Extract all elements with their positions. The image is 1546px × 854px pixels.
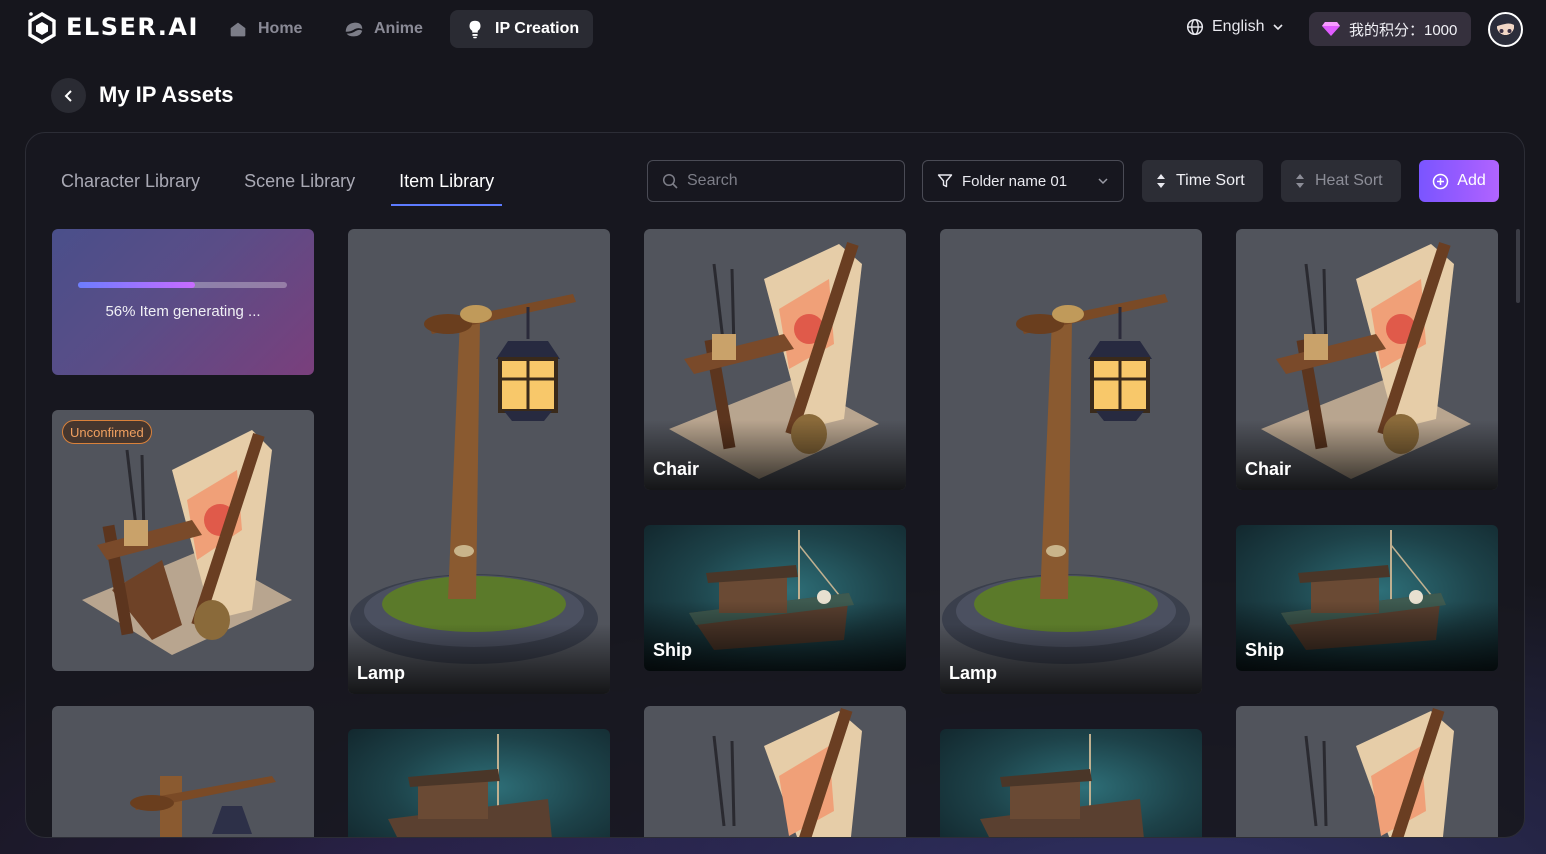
- avatar[interactable]: [1488, 12, 1523, 47]
- heat-sort-label: Heat Sort: [1315, 172, 1383, 189]
- nav-anime-label: Anime: [374, 20, 423, 37]
- filter-icon: [937, 174, 953, 188]
- language-label: English: [1212, 18, 1265, 35]
- item-card-chair-partial-2[interactable]: [1236, 706, 1498, 837]
- chair-image: [82, 430, 292, 655]
- ship-image: [388, 734, 552, 837]
- chair-image: [712, 708, 862, 837]
- language-selector[interactable]: English: [1186, 18, 1284, 36]
- item-card-lamp-partial[interactable]: [52, 706, 314, 837]
- item-card-chair-2[interactable]: Chair: [1236, 229, 1498, 490]
- card-label: Chair: [653, 459, 700, 479]
- unconfirmed-badge: Unconfirmed: [62, 420, 152, 444]
- nav-ip-creation-label: IP Creation: [495, 20, 580, 37]
- item-card-ship-partial-2[interactable]: [940, 729, 1202, 837]
- back-button[interactable]: [51, 78, 86, 113]
- anime-icon: [345, 22, 363, 37]
- heat-sort-button[interactable]: Heat Sort: [1281, 160, 1401, 202]
- sort-icon: [1157, 174, 1165, 188]
- item-card-lamp[interactable]: Lamp: [348, 229, 610, 694]
- search-input[interactable]: Search: [647, 160, 905, 202]
- card-label: Ship: [653, 640, 692, 660]
- item-card-ship[interactable]: Ship: [644, 525, 906, 671]
- generating-card: 56% Item generating ...: [52, 229, 314, 375]
- scrollbar[interactable]: [1516, 229, 1520, 303]
- logo-hexagon-icon: [28, 12, 56, 44]
- chevron-left-icon: [64, 89, 72, 102]
- sort-icon: [1296, 174, 1304, 188]
- points-badge[interactable]: 我的积分：1000: [1309, 12, 1471, 46]
- time-sort-label: Time Sort: [1176, 172, 1245, 189]
- item-card-chair[interactable]: Chair: [644, 229, 906, 490]
- tab-item-library[interactable]: Item Library: [391, 171, 503, 206]
- globe-icon: [1186, 18, 1204, 36]
- generating-status: 56% Item generating ...: [105, 303, 261, 320]
- progress-fill: [78, 282, 196, 288]
- item-card-ship-2[interactable]: Ship: [1236, 525, 1498, 671]
- card-label: Lamp: [949, 663, 998, 683]
- search-icon: [662, 173, 678, 189]
- card-label: Lamp: [357, 663, 406, 683]
- lamp-image: [130, 776, 276, 837]
- page-title: My IP Assets: [99, 82, 234, 107]
- item-card-unconfirmed[interactable]: Unconfirmed: [52, 410, 314, 671]
- ship-image: [980, 734, 1144, 837]
- home-icon: [230, 22, 246, 37]
- nav-anime[interactable]: Anime: [329, 10, 437, 48]
- add-label: Add: [1457, 172, 1486, 189]
- assets-panel: Character Library Scene Library Item Lib…: [25, 132, 1525, 838]
- item-card-ship-partial[interactable]: [348, 729, 610, 837]
- logo[interactable]: ELSER.AI: [26, 10, 199, 44]
- chair-image: [1304, 708, 1454, 837]
- item-card-lamp-2[interactable]: Lamp: [940, 229, 1202, 694]
- library-tabs: Character Library Scene Library Item Lib…: [61, 171, 503, 206]
- bulb-icon: [469, 20, 481, 39]
- chevron-down-icon: [1273, 24, 1284, 31]
- folder-select[interactable]: Folder name 01: [922, 160, 1124, 202]
- folder-select-value: Folder name 01: [962, 172, 1068, 190]
- chevron-down-icon: [1098, 178, 1108, 185]
- points-label: 我的积分：1000: [1349, 21, 1458, 39]
- diamond-icon: [1322, 22, 1340, 36]
- brand-name: ELSER.AI: [66, 13, 199, 41]
- progress-bar: [78, 282, 287, 288]
- tab-scene-library[interactable]: Scene Library: [244, 171, 355, 206]
- add-button[interactable]: Add: [1419, 160, 1499, 202]
- search-placeholder: Search: [687, 172, 738, 189]
- top-nav: ELSER.AI Home Anime IP Creation English …: [0, 0, 1546, 58]
- item-card-chair-partial[interactable]: [644, 706, 906, 837]
- time-sort-button[interactable]: Time Sort: [1142, 160, 1263, 202]
- tab-character-library[interactable]: Character Library: [61, 171, 200, 206]
- user-avatar-icon: [1493, 17, 1518, 33]
- nav-ip-creation[interactable]: IP Creation: [450, 10, 594, 48]
- plus-circle-icon: [1433, 173, 1449, 189]
- card-label: Chair: [1245, 459, 1292, 479]
- nav-home-label: Home: [258, 20, 303, 37]
- card-label: Ship: [1245, 640, 1284, 660]
- nav-home[interactable]: Home: [213, 10, 316, 48]
